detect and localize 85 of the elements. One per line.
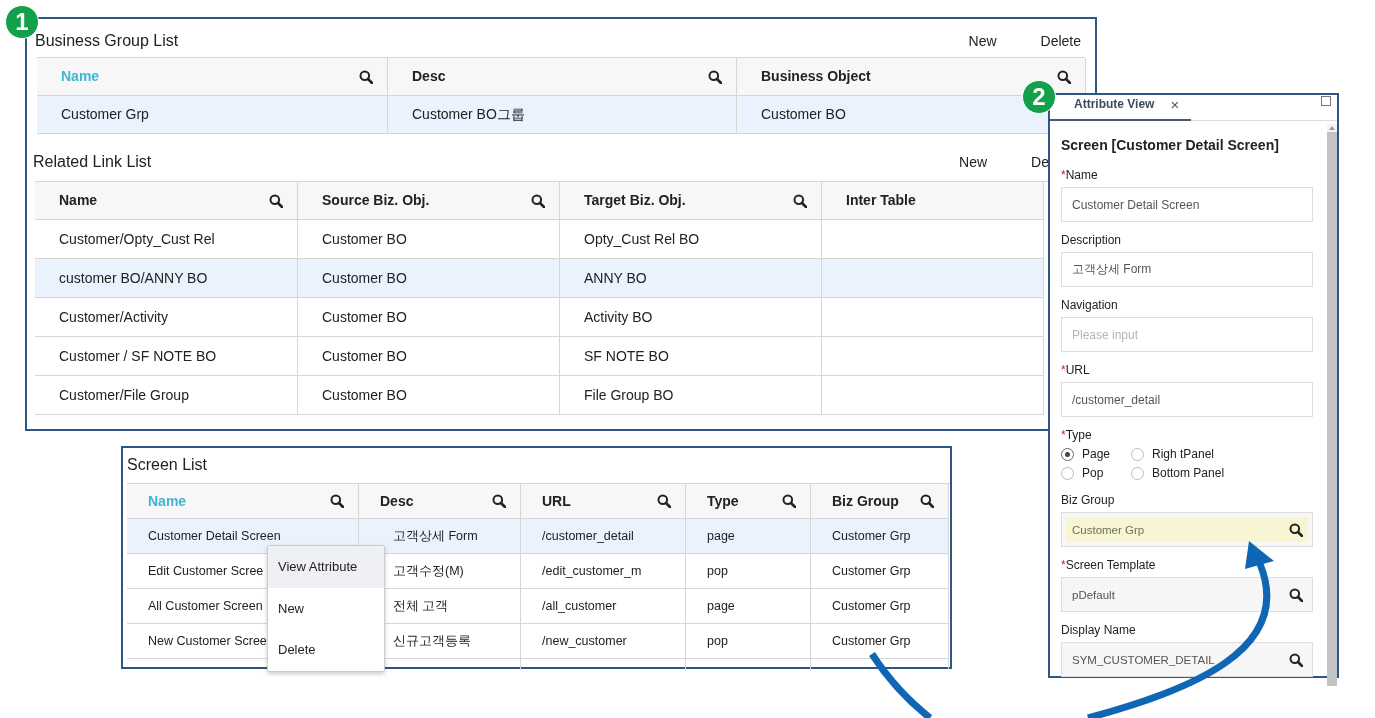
panel-heading: Screen [Customer Detail Screen] [1061, 136, 1280, 155]
field-label: Display Name [1061, 622, 1137, 639]
scroll-up-icon[interactable] [1327, 124, 1337, 132]
field-label: *Type [1061, 427, 1093, 444]
table-cell: Customer Grp [811, 589, 949, 624]
table-cell: Customer BO [298, 337, 560, 376]
search-icon[interactable] [531, 193, 545, 208]
search-icon[interactable] [330, 494, 344, 508]
table-cell: /edit_customer_m [521, 554, 686, 589]
close-button[interactable]: × [1170, 96, 1180, 112]
text-field[interactable]: 고객상세 Form [1061, 252, 1313, 287]
table-cell: page [686, 589, 811, 624]
column-header[interactable]: Desc [388, 58, 737, 96]
column-header[interactable]: Type [686, 484, 811, 519]
search-icon[interactable] [269, 193, 283, 208]
text-field[interactable]: Customer Detail Screen [1061, 187, 1313, 222]
search-icon[interactable] [359, 69, 373, 84]
text-field[interactable]: /customer_detail [1061, 382, 1313, 417]
table-cell: Customer Grp [811, 554, 949, 589]
column-header[interactable]: Source Biz. Obj. [298, 182, 560, 220]
search-icon[interactable] [782, 494, 796, 508]
column-header[interactable]: Desc [359, 484, 521, 519]
column-header[interactable]: Inter Table [822, 182, 1044, 220]
table-cell: 고객상세 Form [359, 519, 521, 554]
radio-label: Page [1082, 446, 1111, 463]
table-cell: Customer / SF NOTE BO [35, 337, 298, 376]
search-icon[interactable] [1289, 523, 1303, 537]
table-cell: /new_customer [521, 624, 686, 659]
radio-button[interactable] [1061, 466, 1074, 480]
field-label: *Name [1061, 167, 1099, 184]
field-label: Biz Group [1061, 492, 1116, 509]
radio-button[interactable] [1131, 447, 1144, 461]
radio-label: Pop [1082, 465, 1104, 482]
search-icon[interactable] [920, 494, 934, 508]
radio-label: Bottom Panel [1152, 465, 1225, 482]
search-icon[interactable] [793, 193, 807, 208]
search-icon[interactable] [657, 494, 671, 508]
lookup-field[interactable]: Customer Grp [1061, 512, 1313, 547]
table-cell: customer BO/ANNY BO [35, 259, 298, 298]
table-cell: Customer Grp [811, 624, 949, 659]
radio-button[interactable] [1131, 466, 1144, 480]
lookup-field[interactable]: pDefault [1061, 577, 1313, 612]
menu-item[interactable]: View Attribute [268, 546, 384, 588]
table-cell: ANNY BO [560, 259, 822, 298]
table-cell: page [686, 519, 811, 554]
action-link[interactable]: New [959, 151, 988, 173]
table-cell: pop [686, 554, 811, 589]
table-cell: SF NOTE BO [560, 337, 822, 376]
table-cell: Customer/Activity [35, 298, 298, 337]
action-link[interactable]: De [1031, 151, 1049, 173]
field-label: *Screen Template [1061, 557, 1157, 574]
lookup-field[interactable]: SYM_CUSTOMER_DETAIL [1061, 642, 1313, 677]
panel-title: Screen List [127, 455, 208, 475]
scrollbar[interactable] [1327, 124, 1337, 686]
panel-title: Related Link List [33, 152, 152, 172]
table-cell: /all_customer [521, 589, 686, 624]
table-cell: pop [686, 624, 811, 659]
text-field[interactable]: Please input [1061, 317, 1313, 352]
table-cell: Customer Grp [811, 519, 949, 554]
column-header[interactable]: Target Biz. Obj. [560, 182, 822, 220]
table-cell: Activity BO [560, 298, 822, 337]
search-icon[interactable] [492, 494, 506, 508]
table-cell: File Group BO [560, 376, 822, 415]
table-cell: Customer BO그룹 [388, 96, 737, 134]
table-cell: Customer BO [298, 298, 560, 337]
search-icon[interactable] [1289, 653, 1303, 667]
column-header[interactable]: Biz Group [811, 484, 949, 519]
table-cell: Customer/File Group [35, 376, 298, 415]
action-link[interactable]: Delete [1040, 30, 1081, 52]
maximize-icon[interactable] [1321, 96, 1331, 106]
radio-button[interactable] [1061, 447, 1074, 461]
column-header[interactable]: URL [521, 484, 686, 519]
table-cell: /customer_detail [521, 519, 686, 554]
table-cell: Customer BO [298, 376, 560, 415]
column-header[interactable]: Name [35, 182, 298, 220]
table-cell: Customer Grp [37, 96, 388, 134]
radio-label: Righ tPanel [1152, 446, 1215, 463]
search-icon[interactable] [708, 69, 722, 84]
field-label: Navigation [1061, 297, 1119, 314]
table-cell: Customer BO [298, 259, 560, 298]
search-icon[interactable] [1289, 588, 1303, 602]
action-link[interactable]: New [968, 30, 997, 52]
field-label: Description [1061, 232, 1123, 249]
field-label: *URL [1061, 362, 1091, 379]
search-icon[interactable] [1057, 69, 1071, 84]
